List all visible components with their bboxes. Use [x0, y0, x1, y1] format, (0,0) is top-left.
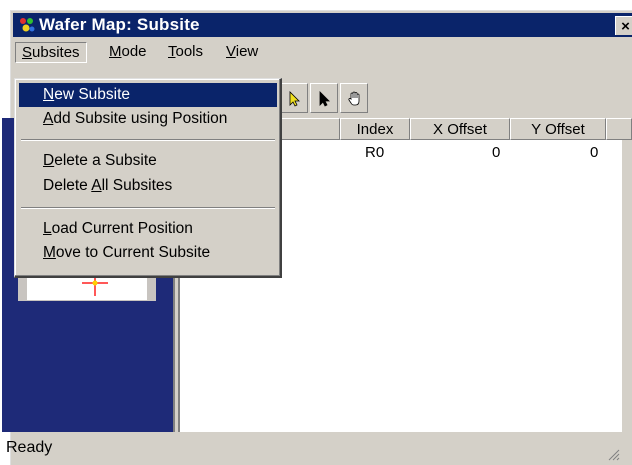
menu-item-delete-all-subsites[interactable]: Delete All Subsites	[19, 174, 277, 198]
menu-item-move-to-current-subsite[interactable]: Move to Current Subsite	[19, 241, 277, 265]
table-row-y-offset[interactable]: 0	[590, 143, 598, 163]
menu-bar: Subsites Mode Tools View	[13, 39, 631, 63]
status-text: Ready	[6, 439, 53, 456]
arrow-yellow-button[interactable]	[280, 83, 308, 113]
menu-item-new-subsite[interactable]: New Subsite	[19, 83, 277, 107]
table-row-index[interactable]: R0	[365, 143, 384, 163]
resize-grip-icon[interactable]	[606, 447, 620, 461]
subsites-dropdown-menu: New Subsite Add Subsite using Position D…	[14, 78, 282, 278]
app-icon	[18, 16, 36, 34]
hand-icon	[348, 91, 360, 106]
menu-separator	[21, 207, 275, 209]
arrow-black-icon	[319, 91, 330, 107]
column-header-extra[interactable]	[606, 118, 632, 140]
column-header-index[interactable]: Index	[340, 118, 410, 140]
arrow-yellow-icon	[289, 91, 300, 107]
menu-item-add-subsite-position[interactable]: Add Subsite using Position	[19, 107, 277, 131]
title-bar[interactable]: Wafer Map: Subsite ×	[13, 13, 632, 37]
menu-separator	[21, 139, 275, 141]
close-button[interactable]: ×	[615, 16, 632, 35]
menu-tools[interactable]: Tools	[162, 42, 209, 61]
close-icon: ×	[621, 18, 630, 35]
status-bar: Ready	[2, 435, 622, 463]
menu-item-delete-subsite[interactable]: Delete a Subsite	[19, 149, 277, 173]
table-row-x-offset[interactable]: 0	[492, 143, 500, 163]
column-header-x-offset[interactable]: X Offset	[410, 118, 510, 140]
hand-button[interactable]	[340, 83, 368, 113]
column-header-y-offset[interactable]: Y Offset	[510, 118, 606, 140]
menu-subsites[interactable]: Subsites	[15, 42, 87, 63]
menu-mode[interactable]: Mode	[103, 42, 153, 61]
arrow-black-button[interactable]	[310, 83, 338, 113]
window-title: Wafer Map: Subsite	[39, 15, 200, 34]
menu-item-load-current-position[interactable]: Load Current Position	[19, 217, 277, 241]
menu-view[interactable]: View	[220, 42, 264, 61]
